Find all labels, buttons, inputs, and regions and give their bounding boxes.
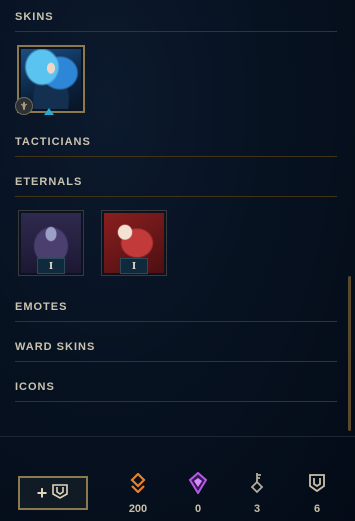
divider (15, 196, 337, 197)
scrollbar[interactable] (348, 276, 351, 431)
currency-loot-chest: 6 (297, 472, 337, 515)
orange-essence-icon (118, 472, 158, 494)
divider (15, 156, 337, 157)
section-eternals[interactable]: ETERNALS (15, 173, 337, 197)
chroma-badge-icon[interactable] (15, 97, 33, 115)
divider (15, 31, 337, 32)
section-title-tacticians: TACTICIANS (15, 136, 91, 148)
section-title-icons: ICONS (15, 381, 55, 393)
eternal-series-badge: I (120, 258, 148, 274)
currency-key-fragment: 3 (237, 472, 277, 515)
eternal-series-badge: I (37, 258, 65, 274)
divider (15, 361, 337, 362)
section-title-emotes: EMOTES (15, 301, 68, 313)
loot-chest-icon (297, 472, 337, 494)
chest-icon (51, 482, 69, 505)
currency-mythic-essence: 0 (178, 472, 218, 515)
currency-orange-essence: 200 (118, 472, 158, 515)
selected-marker-icon (44, 108, 54, 115)
eternal-tile[interactable]: I (101, 210, 167, 276)
loot-chest-value: 6 (313, 503, 321, 515)
section-title-skins: SKINS (15, 11, 54, 23)
orange-essence-value: 200 (128, 503, 148, 515)
section-emotes[interactable]: EMOTES (15, 298, 337, 322)
footer-divider (0, 436, 355, 437)
eternal-tile[interactable]: I (18, 210, 84, 276)
plus-icon: + (36, 483, 48, 503)
divider (15, 401, 337, 402)
key-fragment-icon (237, 472, 277, 494)
section-ward-skins[interactable]: WARD SKINS (15, 338, 337, 362)
key-fragment-value: 3 (253, 503, 261, 515)
mythic-essence-icon (178, 472, 218, 494)
section-skins: SKINS (15, 8, 337, 32)
mythic-essence-value: 0 (194, 503, 202, 515)
section-title-eternals: ETERNALS (15, 176, 83, 188)
section-title-ward-skins: WARD SKINS (15, 341, 96, 353)
section-icons[interactable]: ICONS (15, 378, 337, 402)
section-tacticians[interactable]: TACTICIANS (15, 133, 337, 157)
divider (15, 321, 337, 322)
add-loot-button[interactable]: + (18, 476, 88, 510)
